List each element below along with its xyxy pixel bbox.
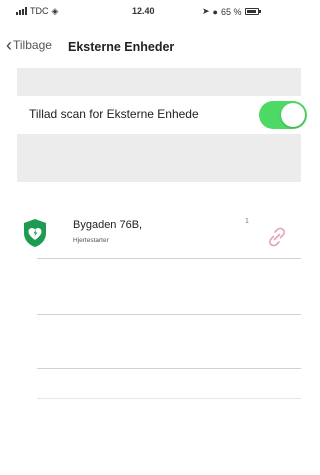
status-bar: TDC ◈ 12.40 ➤ ● 65 %	[0, 0, 301, 24]
signal-icon	[16, 7, 27, 15]
scan-toggle[interactable]	[259, 101, 307, 129]
chevron-left-icon: ‹	[6, 35, 12, 55]
alarm-icon: ●	[212, 6, 218, 17]
section-spacer-bottom	[17, 134, 301, 182]
wifi-icon: ◈	[51, 5, 59, 16]
back-label: Tilbage	[13, 38, 52, 52]
status-right: ➤ ● 65 %	[202, 6, 261, 17]
battery-icon	[244, 8, 261, 15]
status-left: TDC ◈	[16, 6, 58, 16]
heart-defibrillator-icon	[24, 219, 46, 247]
scan-setting-label: Tillad scan for Eksterne Enhede	[29, 107, 199, 121]
toggle-knob	[281, 103, 305, 127]
page-title: Eksterne Enheder	[68, 40, 175, 54]
battery-percent: 65 %	[220, 6, 242, 17]
list-divider	[37, 398, 301, 399]
navigation-bar: ‹ Tilbage Eksterne Enheder	[0, 30, 301, 62]
list-divider	[37, 314, 301, 315]
scan-setting-row: Tillad scan for Eksterne Enhede	[17, 96, 307, 134]
device-name: Bygaden 76B,	[73, 219, 143, 231]
location-icon: ➤	[202, 6, 210, 16]
section-spacer-top	[17, 68, 301, 96]
device-list-item[interactable]: Bygaden 76B, Hjertestarter 1	[17, 212, 301, 258]
status-time: 12.40	[132, 6, 155, 16]
device-type: Hjertestarter	[73, 237, 109, 244]
list-divider	[37, 368, 301, 369]
broken-link-icon[interactable]	[266, 226, 288, 248]
device-count: 1	[245, 218, 249, 225]
list-divider	[37, 258, 301, 259]
carrier-label: TDC	[30, 6, 49, 16]
back-button[interactable]: ‹ Tilbage	[6, 35, 52, 55]
